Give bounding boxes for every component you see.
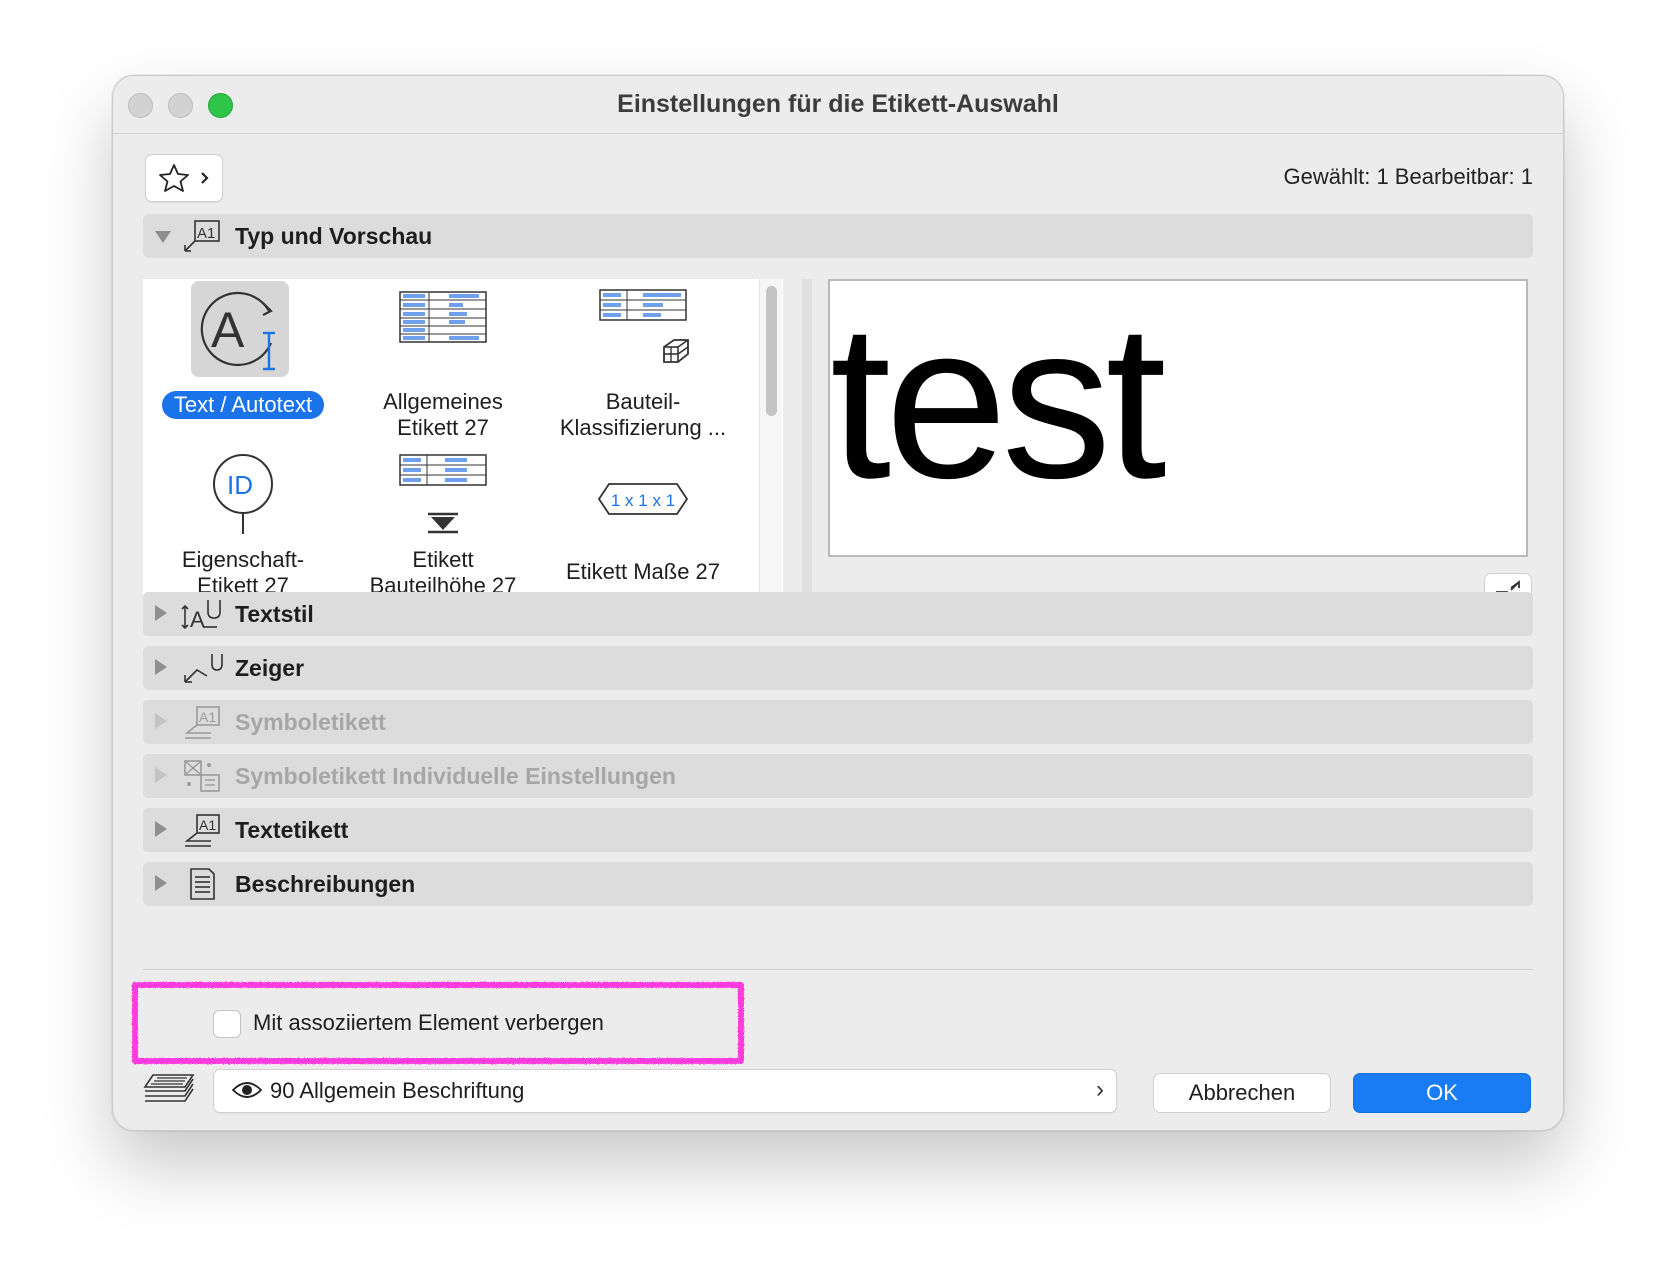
gallery-item-label-line1: Eigenschaft-	[181, 547, 305, 572]
disclosure-collapsed-icon	[155, 875, 167, 891]
panel-typ-und-vorschau[interactable]: A1 Typ und Vorschau	[143, 214, 1533, 258]
settings-dialog: Einstellungen für die Etikett-Auswahl Ge…	[112, 75, 1564, 1131]
symbol-custom-settings-icon	[184, 760, 220, 792]
preview-text: test	[830, 279, 1167, 524]
gallery-item-label: Etikett Maße 27	[565, 559, 721, 584]
height-table-icon	[399, 454, 487, 486]
svg-text:A1: A1	[197, 225, 215, 242]
label-type-gallery: A Text / Autotext Allgemeines Etikett 27…	[143, 279, 783, 619]
ok-button[interactable]: OK	[1353, 1073, 1531, 1113]
panel-zeiger[interactable]: Zeiger	[143, 646, 1533, 690]
gallery-item-label: Text / Autotext	[161, 391, 325, 419]
selection-info: Gewählt: 1 Bearbeitbar: 1	[1283, 164, 1533, 189]
disclosure-collapsed-icon	[155, 659, 167, 675]
gallery-item-etikett-masse[interactable]: 1 x 1 x 1 Etikett Maße 27	[543, 444, 743, 614]
gallery-item-bauteil-klassifizierung[interactable]: Bauteil- Klassifizierung ...	[543, 279, 743, 440]
hide-with-element-checkbox[interactable]	[213, 1010, 241, 1038]
id-badge-icon: ID	[213, 454, 273, 534]
schedule-table-icon	[399, 291, 487, 343]
id-badge-text: ID	[227, 470, 253, 500]
gallery-item-label-line1: Etikett	[412, 547, 474, 572]
title-bar: Einstellungen für die Etikett-Auswahl	[113, 76, 1563, 134]
bricks-icon	[663, 339, 689, 363]
disclosure-collapsed-icon	[155, 713, 167, 729]
gallery-preview-separator	[802, 279, 812, 619]
layer-name: 90 Allgemein Beschriftung	[270, 1078, 525, 1103]
window-title: Einstellungen für die Etikett-Auswahl	[617, 90, 1059, 118]
panel-label: Textstil	[235, 601, 314, 627]
panel-beschreibungen[interactable]: Beschreibungen	[143, 862, 1533, 906]
panel-label: Beschreibungen	[235, 871, 416, 897]
dims-text: 1 x 1 x 1	[611, 491, 675, 510]
hide-with-element-label[interactable]: Mit assoziiertem Element verbergen	[253, 1010, 604, 1036]
layers-icon	[143, 1074, 195, 1102]
chevron-right-icon: ›	[1096, 1076, 1104, 1103]
panel-symboletikett-individuell: Symboletikett Individuelle Einstellungen	[143, 754, 1533, 798]
text-style-icon: A	[181, 600, 221, 632]
autotext-icon: A	[200, 291, 275, 371]
star-icon	[159, 164, 209, 192]
elevation-marker-icon	[428, 512, 458, 534]
disclosure-collapsed-icon	[155, 605, 167, 621]
gallery-item-label-line2: Etikett 27	[397, 415, 489, 440]
disclosure-expanded-icon	[155, 231, 171, 243]
favorites-button[interactable]	[145, 154, 223, 202]
gallery-item-eigenschaft-etikett[interactable]: ID Eigenschaft- Etikett 27	[143, 444, 343, 614]
label-tag-icon: A1	[184, 220, 220, 252]
disclosure-collapsed-icon	[155, 767, 167, 783]
svg-text:A1: A1	[199, 817, 216, 833]
text-label-icon: A1	[184, 814, 220, 847]
panel-label: Symboletikett	[235, 709, 386, 735]
dimensions-tag-icon: 1 x 1 x 1	[597, 483, 689, 515]
panel-textetikett[interactable]: A1 Textetikett	[143, 808, 1533, 852]
panel-label: Zeiger	[235, 655, 305, 681]
classification-table-icon	[599, 289, 687, 321]
panel-label: Textetikett	[235, 817, 349, 843]
layer-selector[interactable]: 90 Allgemein Beschriftung ›	[213, 1069, 1117, 1113]
gallery-item-label-line1: Allgemeines	[383, 389, 503, 414]
panel-textstil[interactable]: A Textstil	[143, 592, 1533, 636]
gallery-item-etikett-bauteilhoehe[interactable]: Etikett Bauteilhöhe 27	[343, 444, 543, 614]
eye-icon	[232, 1082, 262, 1098]
disclosure-collapsed-icon	[155, 821, 167, 837]
pointer-icon	[184, 654, 223, 683]
svg-text:A1: A1	[199, 709, 216, 725]
gallery-scrollbar-thumb[interactable]	[766, 286, 777, 416]
label-preview: test	[828, 279, 1528, 557]
panel-label: Typ und Vorschau	[235, 223, 433, 249]
gallery-item-label-line1: Bauteil-	[605, 389, 681, 414]
panel-label: Symboletikett Individuelle Einstellungen	[235, 763, 676, 789]
screen: Einstellungen für die Etikett-Auswahl Ge…	[0, 0, 1666, 1272]
footer-divider	[143, 969, 1533, 970]
gallery-item-allgemeines-etikett[interactable]: Allgemeines Etikett 27	[343, 279, 543, 440]
cancel-button[interactable]: Abbrechen	[1153, 1073, 1331, 1113]
gallery-item-label-line2: Klassifizierung ...	[559, 415, 727, 440]
symbol-label-icon: A1	[184, 706, 220, 739]
panel-symboletikett: A1 Symboletikett	[143, 700, 1533, 744]
svg-text:A: A	[190, 607, 205, 632]
svg-text:A: A	[211, 302, 245, 358]
document-icon	[190, 868, 215, 900]
